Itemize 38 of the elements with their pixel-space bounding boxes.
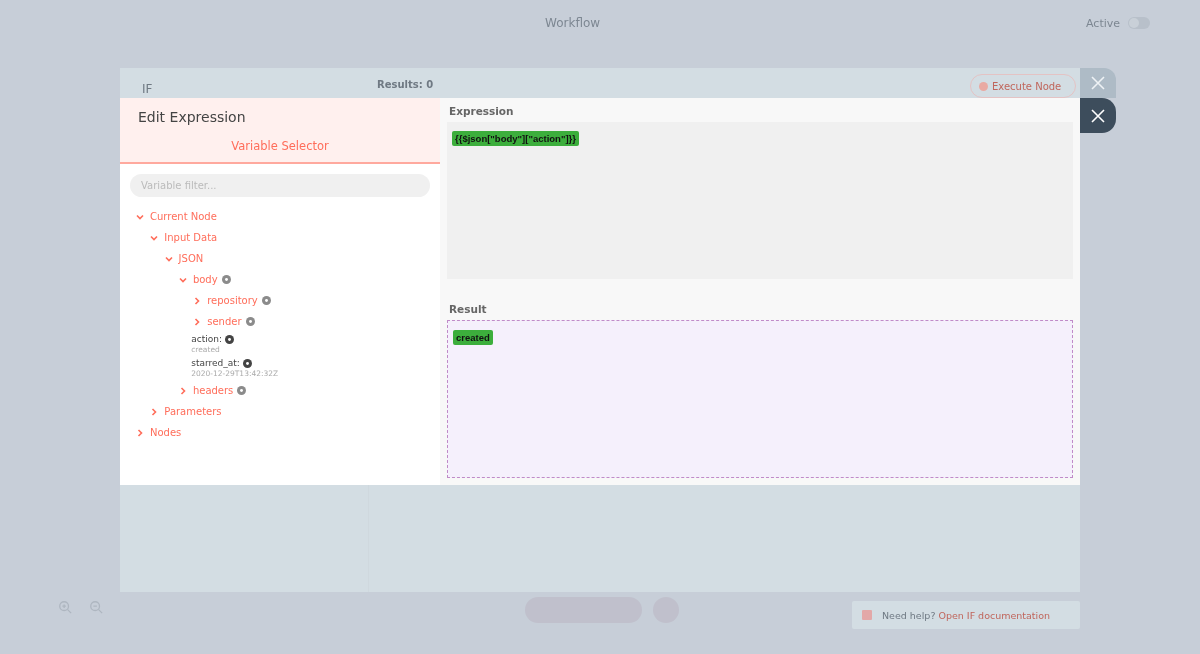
chevron-icon[interactable] bbox=[136, 428, 144, 437]
property-name[interactable]: starred_at: bbox=[191, 358, 240, 368]
chevron-icon[interactable] bbox=[178, 386, 187, 395]
result-token: created bbox=[453, 329, 493, 345]
tree-item[interactable]: Current Node bbox=[150, 211, 217, 222]
expression-field[interactable]: {{$json["body"]["action"]}} bbox=[447, 122, 1073, 279]
documentation-link[interactable]: Open IF documentation bbox=[938, 609, 1051, 621]
property-name[interactable]: action: bbox=[191, 334, 222, 344]
active-label: Active bbox=[1086, 17, 1121, 30]
chevron-icon[interactable] bbox=[164, 254, 173, 263]
chevron-icon[interactable] bbox=[193, 296, 202, 305]
editor-title: Edit Expression bbox=[137, 108, 247, 125]
help-icon bbox=[862, 610, 872, 620]
close-icon bbox=[1091, 108, 1105, 123]
chevron-icon[interactable] bbox=[178, 275, 187, 284]
chevron-icon[interactable] bbox=[150, 407, 159, 416]
tree-item[interactable]: JSON bbox=[178, 253, 204, 264]
results-count: Results: 0 bbox=[377, 79, 434, 90]
tree-item[interactable]: sender bbox=[207, 316, 242, 327]
tree-item[interactable]: Parameters bbox=[164, 406, 222, 417]
help-text: Need help? bbox=[882, 609, 936, 621]
tree-item[interactable]: Input Data bbox=[164, 232, 218, 243]
result-label: Result bbox=[448, 302, 488, 315]
close-button[interactable] bbox=[1080, 98, 1116, 133]
chevron-icon[interactable] bbox=[136, 212, 144, 221]
tree-item[interactable]: body bbox=[192, 274, 218, 285]
variable-selector-tab[interactable]: Variable Selector bbox=[120, 139, 440, 153]
tree-item[interactable]: headers bbox=[192, 385, 234, 396]
chevron-icon[interactable] bbox=[150, 233, 159, 242]
expression-token: {{$json["body"]["action"]}} bbox=[452, 131, 579, 146]
add-icon[interactable] bbox=[242, 358, 252, 368]
tree-item[interactable]: repository bbox=[207, 295, 258, 306]
node-title: IF bbox=[142, 82, 153, 96]
add-icon[interactable] bbox=[224, 334, 234, 344]
tree-item[interactable]: Nodes bbox=[150, 427, 182, 438]
workflow-title: Workflow bbox=[545, 16, 601, 30]
chevron-icon[interactable] bbox=[193, 317, 202, 326]
expression-label: Expression bbox=[448, 105, 515, 117]
